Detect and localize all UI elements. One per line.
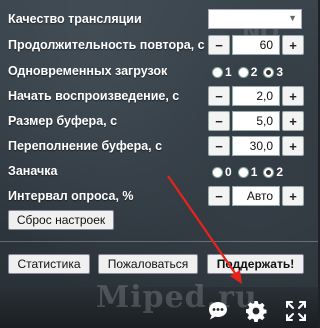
buffer-stepper: − 5,0 + (208, 111, 304, 131)
gear-icon[interactable] (244, 299, 268, 323)
downloads-option-3-label: 3 (276, 65, 284, 79)
downloads-option-1-label: 1 (225, 65, 232, 79)
repeat-minus-button[interactable]: − (208, 35, 230, 55)
buffer-minus-button[interactable]: − (208, 111, 230, 131)
overflow-plus-button[interactable]: + (282, 136, 304, 156)
chat-icon[interactable] (206, 299, 230, 323)
divider (0, 241, 318, 242)
interval-minus-button[interactable]: − (208, 186, 230, 206)
interval-stepper: − Авто + (208, 186, 304, 206)
repeat-plus-button[interactable]: + (282, 35, 304, 55)
overflow-stepper: − 30,0 + (208, 136, 304, 156)
stash-option-1-label: 1 (250, 165, 258, 179)
overflow-label: Переполнение буфера, с (8, 139, 163, 153)
buffer-plus-button[interactable]: + (282, 111, 304, 131)
fullscreen-icon[interactable] (284, 299, 308, 323)
chevron-down-icon: ▼ (288, 13, 297, 23)
downloads-option-2-label: 2 (250, 65, 258, 79)
overflow-input[interactable]: 30,0 (232, 136, 280, 156)
buffer-input[interactable]: 5,0 (232, 111, 280, 131)
statistics-button[interactable]: Статистика (8, 254, 90, 274)
overflow-minus-button[interactable]: − (208, 136, 230, 156)
stash-label: Заначка (8, 164, 58, 178)
quality-select[interactable]: ▼ (208, 9, 302, 29)
downloads-label: Одновременных загрузок (8, 64, 168, 78)
quality-label: Качество трансляции (8, 12, 142, 26)
stash-radio-2[interactable] (263, 166, 275, 178)
stash-option-0-label: 0 (225, 165, 232, 179)
start-input[interactable]: 2,0 (232, 86, 280, 106)
interval-label: Интервал опроса, % (8, 189, 134, 203)
stash-radio-1[interactable] (237, 166, 249, 178)
complain-button[interactable]: Пожаловаться (98, 254, 198, 274)
downloads-radio-group: 1 2 3 (212, 65, 283, 79)
repeat-stepper: − 60 + (208, 35, 304, 55)
start-stepper: − 2,0 + (208, 86, 304, 106)
stash-option-2-label: 2 (276, 165, 284, 179)
stash-radio-0[interactable] (212, 166, 223, 178)
watermark: Miped.ru (96, 280, 258, 315)
downloads-radio-3[interactable] (263, 66, 275, 78)
reset-settings-button[interactable]: Сброс настроек (8, 210, 114, 230)
repeat-label: Продолжительность повтора, с (8, 38, 205, 52)
downloads-radio-2[interactable] (237, 66, 249, 78)
support-button[interactable]: Поддержать! (207, 254, 304, 274)
stash-radio-group: 0 1 2 (212, 165, 283, 179)
start-label: Начать воспроизведение, с (8, 89, 180, 103)
interval-input[interactable]: Авто (232, 186, 280, 206)
buffer-label: Размер буфера, с (8, 114, 118, 128)
start-plus-button[interactable]: + (282, 86, 304, 106)
downloads-radio-1[interactable] (212, 66, 223, 78)
start-minus-button[interactable]: − (208, 86, 230, 106)
repeat-input[interactable]: 60 (232, 35, 280, 55)
interval-plus-button[interactable]: + (282, 186, 304, 206)
